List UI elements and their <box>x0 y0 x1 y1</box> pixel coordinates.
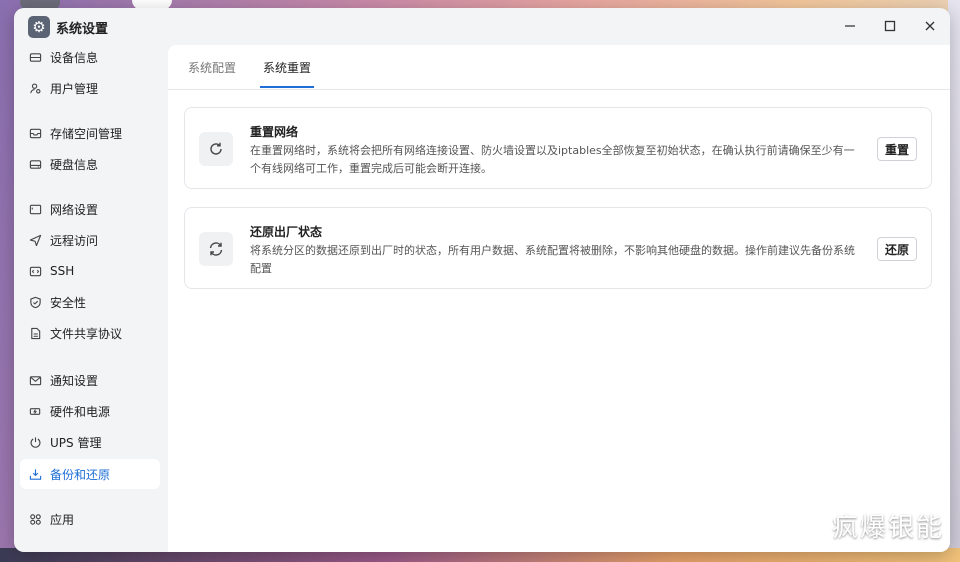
sidebar-item-remote-access[interactable]: 远程访问 <box>20 225 160 255</box>
watermark: 疯爆银能 <box>831 513 944 543</box>
sidebar-item-label: 设备信息 <box>50 50 99 65</box>
sidebar-item-label: 存储空间管理 <box>50 126 123 141</box>
settings-app-icon: ⚙ <box>28 16 50 38</box>
sidebar-item-label: 备份和还原 <box>50 467 111 482</box>
sidebar-item-label: 安全性 <box>50 295 87 310</box>
refresh-icon <box>199 132 233 166</box>
close-button[interactable] <box>910 8 950 44</box>
sidebar-item-label: 应用 <box>50 512 75 527</box>
minimize-button[interactable] <box>830 8 870 44</box>
sidebar-item-disk[interactable]: 硬盘信息 <box>20 149 160 179</box>
sidebar-item-hardware-power[interactable]: 硬件和电源 <box>20 396 160 426</box>
sidebar-item-notifications[interactable]: 通知设置 <box>20 365 160 395</box>
sidebar-item-ups[interactable]: UPS 管理 <box>20 427 160 457</box>
sidebar-item-label: 用户管理 <box>50 81 99 96</box>
window-controls <box>830 8 950 44</box>
close-icon <box>925 21 935 31</box>
sidebar: 设备信息 用户管理 存储空间管理 硬盘信息 网络设置 远程访问 SSH 安全性 <box>14 46 166 552</box>
sidebar-item-label: 文件共享协议 <box>50 326 123 341</box>
factory-restore-card: 还原出厂状态 将系统分区的数据还原到出厂时的状态，所有用户数据、系统配置将被删除… <box>184 207 932 289</box>
disk-icon <box>28 157 42 171</box>
sidebar-item-label: UPS 管理 <box>50 435 102 450</box>
network-icon <box>28 202 42 216</box>
maximize-button[interactable] <box>870 8 910 44</box>
send-icon <box>28 233 42 247</box>
mail-icon <box>28 373 42 387</box>
power-icon <box>28 404 42 418</box>
sidebar-item-label: SSH <box>50 264 75 278</box>
card-title: 还原出厂状态 <box>250 225 323 239</box>
sidebar-item-backup-restore[interactable]: 备份和还原 <box>20 459 160 489</box>
sidebar-item-network[interactable]: 网络设置 <box>20 194 160 224</box>
device-icon <box>28 50 42 64</box>
sidebar-item-storage[interactable]: 存储空间管理 <box>20 118 160 148</box>
minimize-icon <box>845 25 855 27</box>
file-icon <box>28 326 42 340</box>
sidebar-item-label: 硬件和电源 <box>50 404 111 419</box>
window-title: 系统设置 <box>56 22 109 37</box>
main-panel: 系统配置 系统重置 重置网络 在重置网络时，系统将会把所有网络连接设置、防火墙设… <box>168 45 950 552</box>
sidebar-item-label: 硬盘信息 <box>50 157 99 172</box>
sidebar-item-apps[interactable]: 应用 <box>20 504 160 534</box>
reset-network-card: 重置网络 在重置网络时，系统将会把所有网络连接设置、防火墙设置以及iptable… <box>184 107 932 189</box>
tab-system-reset[interactable]: 系统重置 <box>263 59 311 89</box>
sidebar-item-ssh[interactable]: SSH <box>20 256 160 286</box>
ssh-icon <box>28 264 42 278</box>
tab-system-config[interactable]: 系统配置 <box>188 59 236 89</box>
restore-icon <box>199 232 233 266</box>
sidebar-item-label: 远程访问 <box>50 233 99 248</box>
sidebar-item-security[interactable]: 安全性 <box>20 287 160 317</box>
sidebar-item-label: 网络设置 <box>50 202 99 217</box>
sidebar-item-users[interactable]: 用户管理 <box>20 73 160 103</box>
settings-window: ⚙ 系统设置 设备信息 用户管理 存储空间管理 硬盘信息 网络设置 远程访问 S… <box>14 8 950 552</box>
sidebar-item-device-info[interactable]: 设备信息 <box>20 42 160 72</box>
tab-bar: 系统配置 系统重置 <box>168 45 950 90</box>
shield-icon <box>28 295 42 309</box>
card-description: 将系统分区的数据还原到出厂时的状态，所有用户数据、系统配置将被删除，不影响其他硬… <box>250 244 855 275</box>
reset-button[interactable]: 重置 <box>877 137 917 161</box>
users-icon <box>28 81 42 95</box>
titlebar: ⚙ 系统设置 <box>14 8 950 46</box>
apps-icon <box>28 512 42 526</box>
ups-icon <box>28 435 42 449</box>
storage-icon <box>28 126 42 140</box>
sidebar-item-label: 通知设置 <box>50 373 99 388</box>
maximize-icon <box>884 20 896 32</box>
restore-button[interactable]: 还原 <box>877 237 917 261</box>
active-tab-indicator <box>260 86 314 88</box>
card-description: 在重置网络时，系统将会把所有网络连接设置、防火墙设置以及iptables全部恢复… <box>250 144 855 175</box>
sidebar-item-file-sharing[interactable]: 文件共享协议 <box>20 318 160 348</box>
card-title: 重置网络 <box>250 125 299 139</box>
backup-icon <box>28 467 42 481</box>
